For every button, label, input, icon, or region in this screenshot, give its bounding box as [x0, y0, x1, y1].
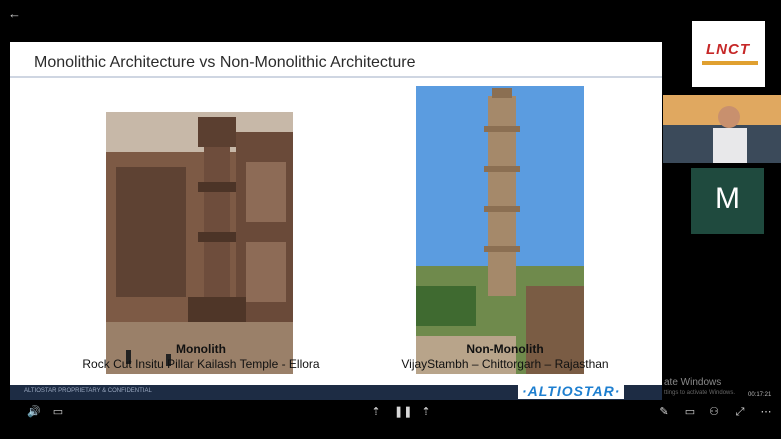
- right-caption-text: VijayStambh – Chittorgarh – Rajasthan: [401, 357, 609, 371]
- vijay-stambh-illustration: [416, 86, 584, 374]
- vijay-stambh-photo: [416, 86, 584, 374]
- lnct-logo-stripe: [702, 61, 758, 65]
- volume-icon[interactable]: 🔊: [26, 404, 42, 420]
- captions-icon[interactable]: ▭: [50, 404, 66, 420]
- expand-icon[interactable]: ⤢: [732, 404, 748, 420]
- top-bar: ←: [0, 0, 781, 30]
- people-icon[interactable]: ⚇: [706, 404, 722, 420]
- right-caption-heading: Non-Monolith: [466, 342, 544, 356]
- altiostar-logo: ·ALTIOSTAR·: [518, 383, 625, 399]
- kailash-temple-illustration: [106, 112, 293, 374]
- kailash-temple-photo: [106, 112, 293, 374]
- slide-title: Monolithic Architecture vs Non-Monolithi…: [34, 54, 416, 71]
- title-divider: [10, 76, 662, 78]
- shared-slide: Monolithic Architecture vs Non-Monolithi…: [10, 42, 662, 400]
- participant-tile-m[interactable]: M: [691, 168, 764, 234]
- slide-footer-confidential: ALTIOSTAR PROPRIETARY & CONFIDENTIAL: [24, 388, 152, 394]
- next-icon[interactable]: ⇡: [418, 404, 434, 420]
- lnct-logo: LNCT: [706, 41, 750, 58]
- more-options-icon[interactable]: ⋯: [758, 404, 774, 420]
- participant-initial: M: [715, 182, 740, 215]
- pen-icon[interactable]: ✎: [656, 404, 672, 420]
- participant-video-tile[interactable]: [663, 95, 781, 163]
- activate-windows-title: ate Windows: [664, 377, 722, 388]
- meeting-clock: 00:17:21: [748, 392, 772, 398]
- activate-windows-subtitle: ttings to activate Windows.: [664, 390, 736, 396]
- right-caption: Non-Monolith VijayStambh – Chittorgarh –…: [380, 342, 630, 372]
- pause-icon[interactable]: ❚❚: [394, 404, 412, 420]
- back-arrow-icon[interactable]: ←: [8, 6, 21, 21]
- previous-icon[interactable]: ⇡: [368, 404, 384, 420]
- participant-tile-lnct[interactable]: LNCT: [692, 21, 765, 87]
- left-caption: Monolith Rock Cut Insitu Pillar Kailash …: [70, 342, 332, 372]
- left-caption-heading: Monolith: [176, 342, 226, 356]
- left-caption-text: Rock Cut Insitu Pillar Kailash Temple - …: [82, 357, 320, 371]
- screen-icon[interactable]: ▭: [682, 404, 698, 420]
- participant-video-feed: [663, 95, 781, 163]
